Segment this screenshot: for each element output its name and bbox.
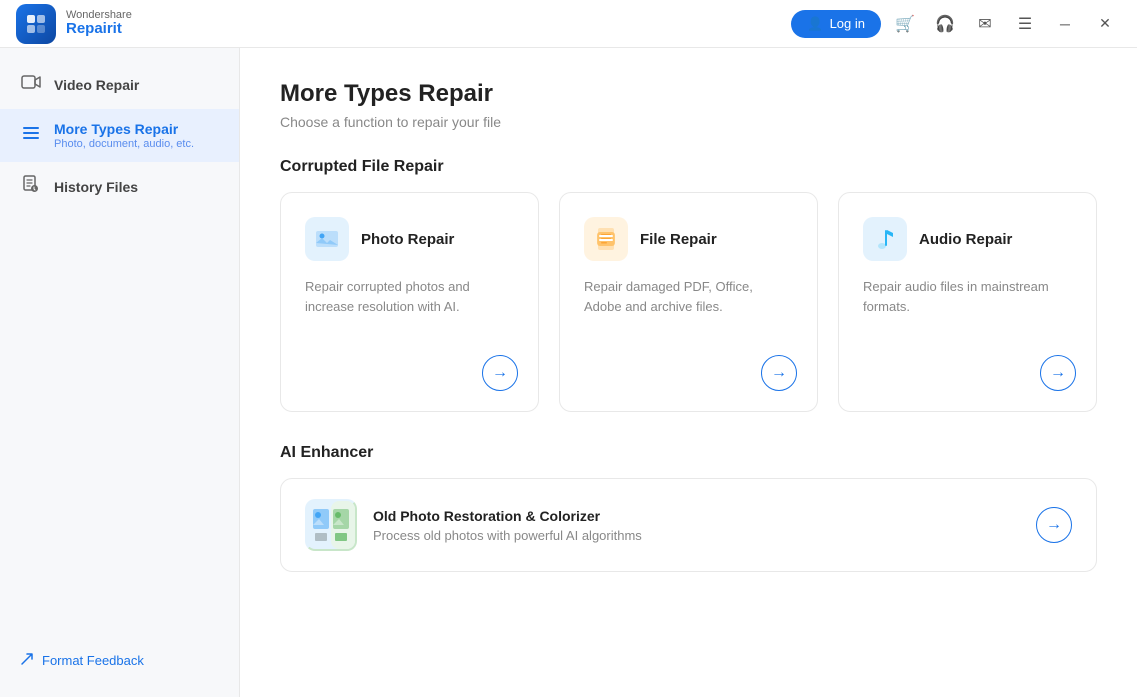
sidebar-more-sublabel: Photo, document, audio, etc.: [54, 138, 194, 150]
file-repair-icon: [584, 217, 628, 261]
logo-product: Repairit: [66, 21, 132, 38]
file-repair-arrow[interactable]: →: [761, 355, 797, 391]
file-repair-card[interactable]: File Repair Repair damaged PDF, Office, …: [559, 192, 818, 412]
login-button[interactable]: 👤 Log in: [791, 10, 881, 38]
audio-repair-card[interactable]: Audio Repair Repair audio files in mains…: [838, 192, 1097, 412]
main-layout: Video Repair More Types Repair Photo, do…: [0, 48, 1137, 697]
titlebar-actions: 👤 Log in 🛒 🎧 ✉ ☰ ─ ✕: [791, 8, 1121, 40]
audio-repair-arrow[interactable]: →: [1040, 355, 1076, 391]
logo-icon: [16, 4, 56, 44]
photo-repair-card[interactable]: Photo Repair Repair corrupted photos and…: [280, 192, 539, 412]
photo-repair-icon: [305, 217, 349, 261]
minimize-button[interactable]: ─: [1049, 8, 1081, 40]
audio-repair-title: Audio Repair: [919, 231, 1012, 248]
content-area: More Types Repair Choose a function to r…: [240, 48, 1137, 697]
sidebar-more-label: More Types Repair: [54, 121, 194, 137]
section-title-ai-enhancer: AI Enhancer: [280, 444, 1097, 462]
close-button[interactable]: ✕: [1089, 8, 1121, 40]
format-feedback-link[interactable]: Format Feedback: [20, 652, 219, 669]
audio-repair-icon: [863, 217, 907, 261]
headset-button[interactable]: 🎧: [929, 8, 961, 40]
old-photo-restoration-card[interactable]: Old Photo Restoration & Colorizer Proces…: [280, 478, 1097, 572]
old-photo-restoration-icon: [305, 499, 357, 551]
page-subtitle: Choose a function to repair your file: [280, 114, 1097, 130]
external-link-icon: [20, 652, 34, 669]
menu-button[interactable]: ☰: [1009, 8, 1041, 40]
sidebar-item-more-types-repair[interactable]: More Types Repair Photo, document, audio…: [0, 109, 239, 162]
sidebar-history-label: History Files: [54, 179, 138, 195]
corrupted-cards-grid: Photo Repair Repair corrupted photos and…: [280, 192, 1097, 412]
section-title-corrupted: Corrupted File Repair: [280, 158, 1097, 176]
format-feedback-label: Format Feedback: [42, 653, 144, 668]
sidebar: Video Repair More Types Repair Photo, do…: [0, 48, 240, 697]
mail-button[interactable]: ✉: [969, 8, 1001, 40]
photo-repair-title: Photo Repair: [361, 231, 454, 248]
old-photo-title: Old Photo Restoration & Colorizer: [373, 508, 1020, 524]
file-repair-title: File Repair: [640, 231, 717, 248]
old-photo-desc: Process old photos with powerful AI algo…: [373, 528, 1020, 543]
titlebar: Wondershare Repairit 👤 Log in 🛒 🎧 ✉ ☰ ─ …: [0, 0, 1137, 48]
sidebar-item-video-repair[interactable]: Video Repair: [0, 60, 239, 109]
sidebar-item-history-files[interactable]: History Files: [0, 162, 239, 211]
history-files-icon: [20, 174, 42, 199]
old-photo-arrow[interactable]: →: [1036, 507, 1072, 543]
logo-text: Wondershare Repairit: [66, 9, 132, 38]
video-repair-icon: [20, 72, 42, 97]
cart-button[interactable]: 🛒: [889, 8, 921, 40]
photo-repair-arrow[interactable]: →: [482, 355, 518, 391]
login-label: Log in: [830, 16, 865, 31]
logo: Wondershare Repairit: [16, 4, 132, 44]
login-icon: 👤: [807, 16, 823, 32]
more-types-icon: [20, 123, 42, 148]
page-title: More Types Repair: [280, 80, 1097, 108]
sidebar-video-label: Video Repair: [54, 77, 139, 93]
sidebar-footer: Format Feedback: [0, 636, 239, 685]
